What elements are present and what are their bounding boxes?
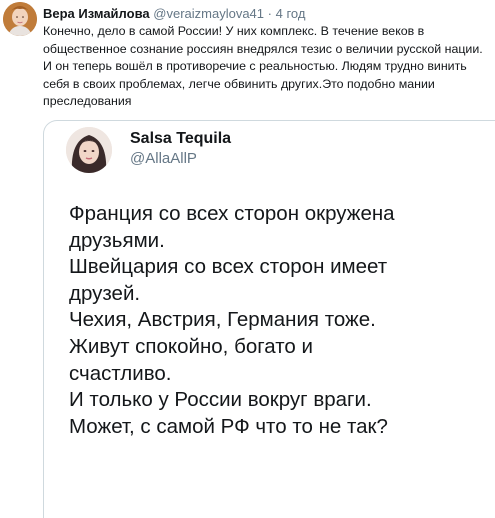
quoted-text-line: друзьями. — [69, 228, 165, 252]
quoted-tweet-image[interactable]: Salsa Tequila @AllaAllP Франция со всех … — [43, 120, 495, 518]
header-separator: · — [267, 6, 272, 21]
quoted-text: Франция со всех сторон окружена друзьями… — [69, 201, 395, 440]
quoted-text-line: И только у России вокруг враги. — [69, 388, 372, 412]
quoted-text-line: Чехия, Австрия, Германия тоже. — [69, 308, 376, 332]
quoted-text-line: Франция со всех сторон окружена — [69, 202, 395, 225]
avatar-photo-icon — [3, 2, 37, 36]
post-header: Вера Измайлова @veraizmaylova41 · 4 год — [43, 6, 305, 22]
quoted-author-avatar — [66, 127, 112, 173]
quoted-text-line: друзей. — [69, 281, 141, 305]
quoted-text-line: Швейцария со всех сторон имеет — [69, 255, 388, 279]
quoted-text-line: счастливо. — [69, 361, 172, 385]
post-time[interactable]: 4 год — [276, 6, 306, 21]
author-avatar[interactable] — [3, 2, 37, 36]
author-handle[interactable]: @veraizmaylova41 — [153, 6, 264, 21]
quoted-text-line: Живут спокойно, богато и — [69, 334, 313, 358]
post-text: Конечно, дело в самой России! У них комп… — [43, 24, 483, 108]
quoted-author-name: Salsa Tequila — [130, 130, 232, 147]
quoted-text-line: Может, с самой РФ что то не так? — [69, 414, 388, 438]
quoted-author-handle: @AllaAllP — [130, 150, 197, 167]
quoted-avatar-photo-icon — [66, 127, 112, 173]
author-name[interactable]: Вера Измайлова — [43, 6, 150, 21]
